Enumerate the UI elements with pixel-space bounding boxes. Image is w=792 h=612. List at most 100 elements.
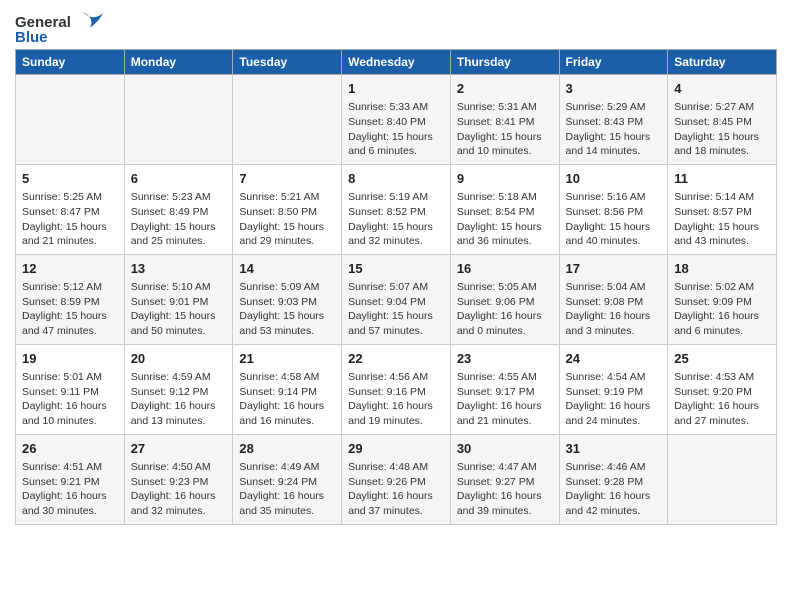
day-number: 15: [348, 260, 444, 278]
day-info: Sunrise: 5:14 AM Sunset: 8:57 PM Dayligh…: [674, 190, 770, 249]
calendar-week-row: 1 Sunrise: 5:33 AM Sunset: 8:40 PM Daylig…: [16, 75, 777, 165]
calendar-empty-cell: [233, 75, 342, 165]
calendar-empty-cell: [124, 75, 233, 165]
day-info: Sunrise: 5:04 AM Sunset: 9:08 PM Dayligh…: [566, 280, 662, 339]
calendar-day-cell: 3Sunrise: 5:29 AM Sunset: 8:43 PM Daylig…: [559, 75, 668, 165]
day-number: 18: [674, 260, 770, 278]
day-info: Sunrise: 5:01 AM Sunset: 9:11 PM Dayligh…: [22, 370, 118, 429]
day-number: 12: [22, 260, 118, 278]
day-number: 20: [131, 350, 227, 368]
calendar-day-cell: 4Sunrise: 5:27 AM Sunset: 8:45 PM Daylig…: [668, 75, 777, 165]
calendar-day-cell: 13 Sunrise: 5:10 AM Sunset: 9:01 PM Dayli…: [124, 254, 233, 344]
day-info: Sunrise: 4:51 AM Sunset: 9:21 PM Dayligh…: [22, 460, 118, 519]
day-info: Sunrise: 5:21 AM Sunset: 8:50 PM Dayligh…: [239, 190, 335, 249]
day-info: Sunrise: 5:10 AM Sunset: 9:01 PM Dayligh…: [131, 280, 227, 339]
calendar-week-row: 5 Sunrise: 5:25 AM Sunset: 8:47 PM Daylig…: [16, 164, 777, 254]
day-info: Sunrise: 5:07 AM Sunset: 9:04 PM Dayligh…: [348, 280, 444, 339]
svg-text:Blue: Blue: [15, 29, 48, 45]
calendar-week-row: 19 Sunrise: 5:01 AM Sunset: 9:11 PM Dayli…: [16, 344, 777, 434]
day-number: 26: [22, 440, 118, 458]
calendar-day-cell: 2 Sunrise: 5:31 AM Sunset: 8:41 PM Daylig…: [450, 75, 559, 165]
day-number: 2: [457, 80, 553, 98]
calendar-day-cell: 16 Sunrise: 5:05 AM Sunset: 9:06 PM Dayli…: [450, 254, 559, 344]
day-number: 3: [566, 80, 662, 98]
calendar-day-cell: 30 Sunrise: 4:47 AM Sunset: 9:27 PM Dayli…: [450, 434, 559, 524]
day-info: Sunrise: 5:18 AM Sunset: 8:54 PM Dayligh…: [457, 190, 553, 249]
day-info: Sunrise: 5:05 AM Sunset: 9:06 PM Dayligh…: [457, 280, 553, 339]
day-number: 5: [22, 170, 118, 188]
day-info: Sunrise: 5:02 AM Sunset: 9:09 PM Dayligh…: [674, 280, 770, 339]
day-number: 10: [566, 170, 662, 188]
day-number: 13: [131, 260, 227, 278]
day-number: 24: [566, 350, 662, 368]
logo: GeneralBlue: [15, 10, 105, 45]
calendar-day-cell: 12 Sunrise: 5:12 AM Sunset: 8:59 PM Dayli…: [16, 254, 125, 344]
weekday-header-row: SundayMondayTuesdayWednesdayThursdayFrid…: [16, 50, 777, 75]
calendar-day-cell: 5 Sunrise: 5:25 AM Sunset: 8:47 PM Daylig…: [16, 164, 125, 254]
day-info: Sunrise: 4:54 AM Sunset: 9:19 PM Dayligh…: [566, 370, 662, 429]
day-number: 17: [566, 260, 662, 278]
day-number: 7: [239, 170, 335, 188]
weekday-header-sunday: Sunday: [16, 50, 125, 75]
day-number: 28: [239, 440, 335, 458]
calendar-day-cell: 15 Sunrise: 5:07 AM Sunset: 9:04 PM Dayli…: [342, 254, 451, 344]
day-info: Sunrise: 5:16 AM Sunset: 8:56 PM Dayligh…: [566, 190, 662, 249]
calendar-day-cell: 21 Sunrise: 4:58 AM Sunset: 9:14 PM Dayli…: [233, 344, 342, 434]
day-number: 9: [457, 170, 553, 188]
header: GeneralBlue: [15, 10, 777, 45]
calendar-day-cell: 31Sunrise: 4:46 AM Sunset: 9:28 PM Dayli…: [559, 434, 668, 524]
day-info: Sunrise: 5:33 AM Sunset: 8:40 PM Dayligh…: [348, 100, 444, 159]
calendar-day-cell: 14 Sunrise: 5:09 AM Sunset: 9:03 PM Dayli…: [233, 254, 342, 344]
day-number: 31: [566, 440, 662, 458]
calendar-day-cell: 11 Sunrise: 5:14 AM Sunset: 8:57 PM Dayli…: [668, 164, 777, 254]
weekday-header-thursday: Thursday: [450, 50, 559, 75]
day-info: Sunrise: 5:23 AM Sunset: 8:49 PM Dayligh…: [131, 190, 227, 249]
day-number: 23: [457, 350, 553, 368]
calendar-day-cell: 7 Sunrise: 5:21 AM Sunset: 8:50 PM Daylig…: [233, 164, 342, 254]
day-number: 14: [239, 260, 335, 278]
day-number: 27: [131, 440, 227, 458]
day-info: Sunrise: 4:53 AM Sunset: 9:20 PM Dayligh…: [674, 370, 770, 429]
day-number: 8: [348, 170, 444, 188]
calendar-empty-cell: [16, 75, 125, 165]
calendar-week-row: 26 Sunrise: 4:51 AM Sunset: 9:21 PM Dayli…: [16, 434, 777, 524]
day-number: 21: [239, 350, 335, 368]
calendar-day-cell: 18 Sunrise: 5:02 AM Sunset: 9:09 PM Dayli…: [668, 254, 777, 344]
logo-icon: GeneralBlue: [15, 10, 105, 45]
day-number: 6: [131, 170, 227, 188]
day-number: 1: [348, 80, 444, 98]
day-info: Sunrise: 5:09 AM Sunset: 9:03 PM Dayligh…: [239, 280, 335, 339]
day-info: Sunrise: 5:19 AM Sunset: 8:52 PM Dayligh…: [348, 190, 444, 249]
day-info: Sunrise: 4:48 AM Sunset: 9:26 PM Dayligh…: [348, 460, 444, 519]
day-number: 11: [674, 170, 770, 188]
day-number: 30: [457, 440, 553, 458]
calendar-day-cell: 1 Sunrise: 5:33 AM Sunset: 8:40 PM Daylig…: [342, 75, 451, 165]
weekday-header-saturday: Saturday: [668, 50, 777, 75]
day-number: 29: [348, 440, 444, 458]
calendar-day-cell: 17 Sunrise: 5:04 AM Sunset: 9:08 PM Dayli…: [559, 254, 668, 344]
weekday-header-monday: Monday: [124, 50, 233, 75]
day-number: 25: [674, 350, 770, 368]
calendar-week-row: 12 Sunrise: 5:12 AM Sunset: 8:59 PM Dayli…: [16, 254, 777, 344]
day-info: Sunrise: 4:58 AM Sunset: 9:14 PM Dayligh…: [239, 370, 335, 429]
day-info: Sunrise: 4:47 AM Sunset: 9:27 PM Dayligh…: [457, 460, 553, 519]
calendar-day-cell: 6 Sunrise: 5:23 AM Sunset: 8:49 PM Daylig…: [124, 164, 233, 254]
day-number: 19: [22, 350, 118, 368]
calendar-day-cell: 22Sunrise: 4:56 AM Sunset: 9:16 PM Dayli…: [342, 344, 451, 434]
day-info: Sunrise: 5:12 AM Sunset: 8:59 PM Dayligh…: [22, 280, 118, 339]
calendar-day-cell: 26 Sunrise: 4:51 AM Sunset: 9:21 PM Dayli…: [16, 434, 125, 524]
day-number: 22: [348, 350, 444, 368]
calendar-day-cell: 25 Sunrise: 4:53 AM Sunset: 9:20 PM Dayli…: [668, 344, 777, 434]
day-number: 4: [674, 80, 770, 98]
calendar-day-cell: 24 Sunrise: 4:54 AM Sunset: 9:19 PM Dayli…: [559, 344, 668, 434]
day-info: Sunrise: 5:25 AM Sunset: 8:47 PM Dayligh…: [22, 190, 118, 249]
weekday-header-friday: Friday: [559, 50, 668, 75]
day-info: Sunrise: 4:50 AM Sunset: 9:23 PM Dayligh…: [131, 460, 227, 519]
calendar-day-cell: 8 Sunrise: 5:19 AM Sunset: 8:52 PM Daylig…: [342, 164, 451, 254]
calendar-day-cell: 28 Sunrise: 4:49 AM Sunset: 9:24 PM Dayli…: [233, 434, 342, 524]
day-info: Sunrise: 4:49 AM Sunset: 9:24 PM Dayligh…: [239, 460, 335, 519]
calendar-day-cell: 29 Sunrise: 4:48 AM Sunset: 9:26 PM Dayli…: [342, 434, 451, 524]
calendar-table: SundayMondayTuesdayWednesdayThursdayFrid…: [15, 49, 777, 525]
day-number: 16: [457, 260, 553, 278]
day-info: Sunrise: 5:31 AM Sunset: 8:41 PM Dayligh…: [457, 100, 553, 159]
